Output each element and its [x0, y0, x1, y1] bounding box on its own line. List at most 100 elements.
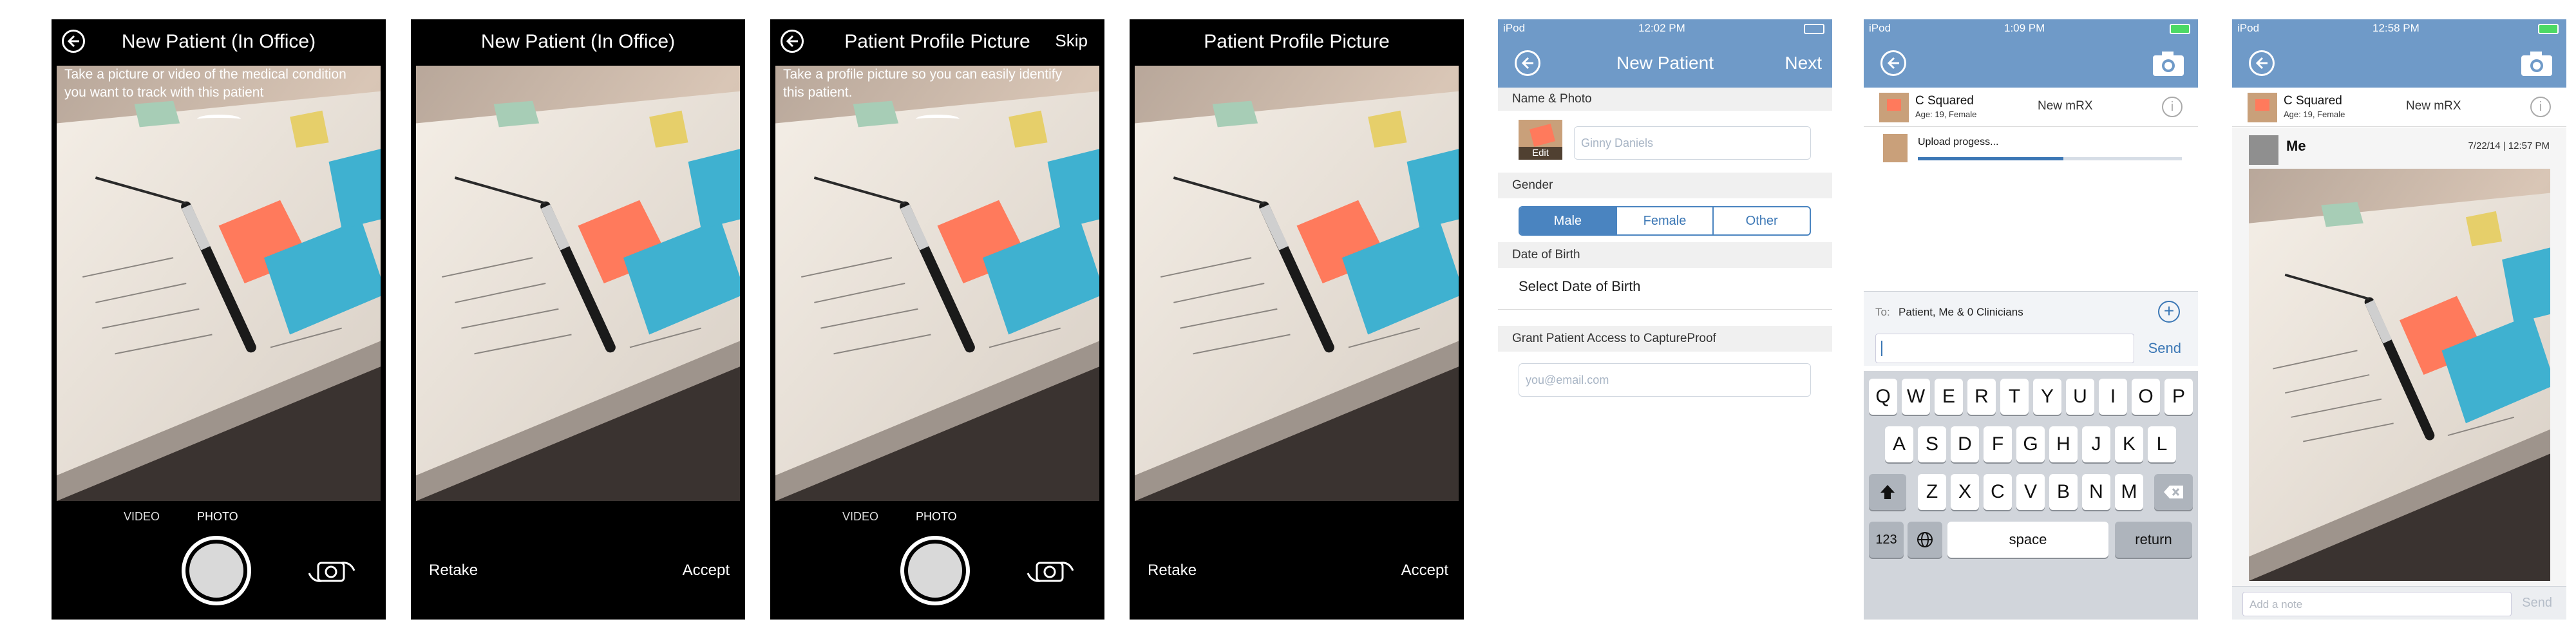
text-cursor	[1881, 341, 1882, 356]
drag-handle-icon[interactable]	[770, 115, 1104, 128]
key-c[interactable]: C	[1984, 474, 2012, 510]
carrier-label: iPod	[1503, 22, 1526, 34]
new-mrx-label[interactable]: New mRX	[2406, 99, 2461, 113]
numbers-key[interactable]: 123	[1869, 522, 1904, 558]
camera-viewfinder[interactable]	[57, 66, 381, 501]
key-q[interactable]: Q	[1869, 379, 1897, 415]
key-x[interactable]: X	[1951, 474, 1979, 510]
key-g[interactable]: G	[2016, 426, 2045, 462]
key-u[interactable]: U	[2066, 379, 2094, 415]
key-j[interactable]: J	[2082, 426, 2110, 462]
camera-flip-icon[interactable]	[1025, 558, 1075, 589]
key-h[interactable]: H	[2049, 426, 2078, 462]
battery-icon	[1804, 24, 1824, 34]
screen-patient-thread: iPod 12:58 PM C Squared Age: 19, Female …	[2232, 19, 2566, 620]
mode-photo-tab[interactable]: PHOTO	[197, 510, 238, 524]
key-k[interactable]: K	[2115, 426, 2143, 462]
gender-female-option[interactable]: Female	[1617, 207, 1714, 234]
mode-video-tab[interactable]: VIDEO	[124, 510, 160, 524]
edit-photo-label[interactable]: Edit	[1519, 147, 1562, 160]
space-key[interactable]: space	[1947, 522, 2108, 558]
accept-button[interactable]: Accept	[683, 562, 730, 580]
info-icon[interactable]: i	[2162, 97, 2183, 117]
message-author: Me	[2286, 138, 2306, 154]
delete-key-icon[interactable]	[2154, 474, 2193, 510]
upload-status-text: Upload progess...	[1918, 137, 1999, 147]
note-input[interactable]: Add a note	[2242, 592, 2512, 616]
back-arrow-icon[interactable]	[2249, 50, 2275, 76]
dob-selector[interactable]: Select Date of Birth	[1519, 278, 1641, 295]
camera-icon[interactable]	[2520, 50, 2553, 80]
retake-button[interactable]: Retake	[1148, 562, 1197, 580]
camera-icon[interactable]	[2152, 50, 2185, 80]
drag-handle-icon[interactable]	[52, 115, 386, 128]
key-s[interactable]: S	[1918, 426, 1946, 462]
key-w[interactable]: W	[1902, 379, 1930, 415]
accept-button[interactable]: Accept	[1401, 562, 1448, 580]
patient-row[interactable]: C Squared Age: 19, Female New mRX i	[1864, 88, 2198, 127]
gender-other-option[interactable]: Other	[1714, 207, 1810, 234]
send-button[interactable]: Send	[2148, 340, 2181, 357]
info-icon[interactable]: i	[2530, 97, 2551, 117]
patient-row[interactable]: C Squared Age: 19, Female New mRX i	[2232, 88, 2566, 127]
key-i[interactable]: I	[2099, 379, 2127, 415]
key-t[interactable]: T	[2000, 379, 2029, 415]
back-arrow-icon[interactable]	[1880, 50, 1906, 76]
section-header-gender: Gender	[1498, 173, 1832, 198]
key-n[interactable]: N	[2082, 474, 2110, 510]
patient-name-field[interactable]: Ginny Daniels	[1574, 126, 1811, 160]
shutter-button[interactable]	[900, 536, 970, 605]
key-v[interactable]: V	[2016, 474, 2045, 510]
patient-info: Age: 19, Female	[2284, 109, 2345, 119]
key-y[interactable]: Y	[2033, 379, 2061, 415]
message-thread: Me 7/22/14 | 12:57 PM	[2232, 128, 2566, 586]
to-label: To:	[1875, 306, 1890, 318]
key-o[interactable]: O	[2132, 379, 2160, 415]
mode-video-tab[interactable]: VIDEO	[842, 510, 878, 524]
camera-viewfinder[interactable]	[775, 66, 1099, 501]
new-mrx-label[interactable]: New mRX	[2038, 99, 2093, 113]
key-f[interactable]: F	[1984, 426, 2012, 462]
camera-flip-icon[interactable]	[307, 558, 357, 589]
screen-title: Patient Profile Picture	[1204, 31, 1390, 52]
status-time: 12:58 PM	[2372, 22, 2420, 34]
profile-thumbnail[interactable]: Edit	[1519, 120, 1562, 160]
add-recipient-icon[interactable]: +	[2158, 301, 2180, 323]
globe-key-icon[interactable]	[1908, 522, 1942, 558]
shutter-button[interactable]	[182, 536, 251, 605]
retake-button[interactable]: Retake	[429, 562, 478, 580]
section-header-name-photo: Name & Photo	[1498, 88, 1832, 111]
composer-row: Send	[1864, 330, 2198, 366]
key-m[interactable]: M	[2115, 474, 2143, 510]
key-z[interactable]: Z	[1918, 474, 1946, 510]
next-button[interactable]: Next	[1785, 53, 1822, 73]
patient-email-field[interactable]: you@email.com	[1519, 363, 1811, 397]
key-p[interactable]: P	[2164, 379, 2193, 415]
screen-title: New Patient (In Office)	[121, 31, 316, 52]
message-input[interactable]	[1875, 334, 2134, 363]
key-r[interactable]: R	[1967, 379, 1996, 415]
message-timestamp: 7/22/14 | 12:57 PM	[2468, 140, 2550, 151]
key-l[interactable]: L	[2148, 426, 2176, 462]
patient-avatar	[2248, 93, 2277, 122]
camera-instruction: Take a profile picture so you can easily…	[783, 67, 1063, 100]
key-a[interactable]: A	[1885, 426, 1913, 462]
shift-key-icon[interactable]	[1869, 474, 1906, 510]
screen-profile-review: Patient Profile Picture Retake Accept	[1130, 19, 1464, 620]
key-b[interactable]: B	[2049, 474, 2078, 510]
message-photo[interactable]	[2249, 169, 2550, 581]
gender-male-option[interactable]: Male	[1520, 207, 1617, 234]
skip-button[interactable]: Skip	[1055, 31, 1088, 51]
recipients-value[interactable]: Patient, Me & 0 Clinicians	[1899, 306, 2023, 319]
patient-info: Age: 19, Female	[1915, 109, 1977, 119]
key-e[interactable]: E	[1935, 379, 1963, 415]
screen-title: Patient Profile Picture	[844, 31, 1030, 52]
key-d[interactable]: D	[1951, 426, 1979, 462]
patient-avatar	[1879, 93, 1909, 122]
return-key[interactable]: return	[2115, 522, 2192, 558]
captured-photo	[1135, 66, 1459, 501]
screen-upload-message: iPod 1:09 PM C Squared Age: 19, Female N…	[1864, 19, 2198, 620]
send-button[interactable]: Send	[2522, 596, 2552, 611]
mode-photo-tab[interactable]: PHOTO	[916, 510, 957, 524]
nav-title: New Patient	[1616, 53, 1714, 73]
